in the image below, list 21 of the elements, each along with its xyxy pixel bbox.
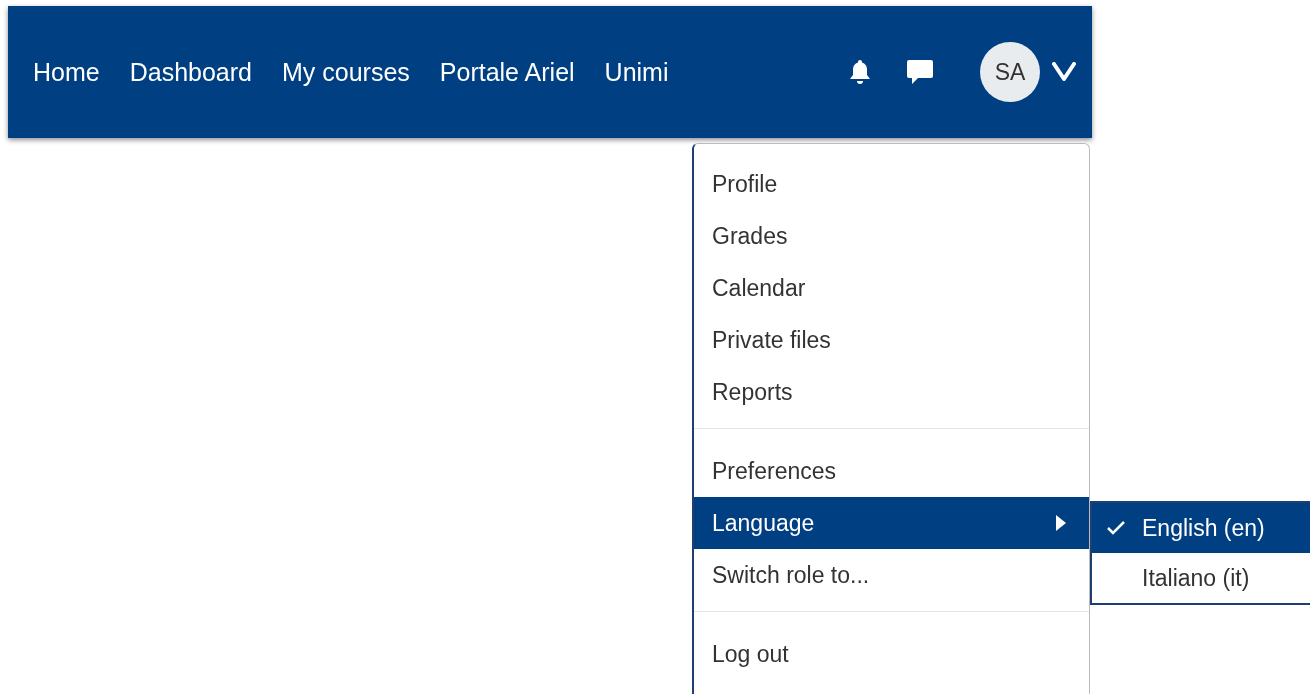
nav-link[interactable]: Home (33, 57, 100, 87)
menu-item[interactable]: Profile (694, 158, 1089, 210)
nav-link[interactable]: Unimi (604, 57, 669, 87)
menu-item[interactable]: Reports (694, 366, 1089, 418)
chevron-down-icon[interactable] (1052, 62, 1076, 82)
language-option[interactable]: Italiano (it) (1092, 553, 1310, 603)
menu-item[interactable]: Log out (694, 628, 1089, 680)
menu-item[interactable]: Language (694, 497, 1089, 549)
menu-item[interactable]: Calendar (694, 262, 1089, 314)
nav-link[interactable]: Dashboard (129, 57, 252, 87)
menu-item[interactable]: Grades (694, 210, 1089, 262)
menu-item[interactable]: Preferences (694, 445, 1089, 497)
nav-link[interactable]: My courses (282, 57, 410, 87)
chat-icon[interactable] (906, 59, 934, 85)
menu-item[interactable]: Switch role to... (694, 549, 1089, 601)
nav-link[interactable]: Portale Ariel (439, 57, 575, 87)
user-avatar[interactable]: SA (980, 42, 1040, 102)
submenu-arrow-icon (1055, 514, 1067, 532)
language-option[interactable]: English (en) (1092, 503, 1310, 553)
bell-icon[interactable] (848, 59, 872, 85)
menu-item[interactable]: Private files (694, 314, 1089, 366)
